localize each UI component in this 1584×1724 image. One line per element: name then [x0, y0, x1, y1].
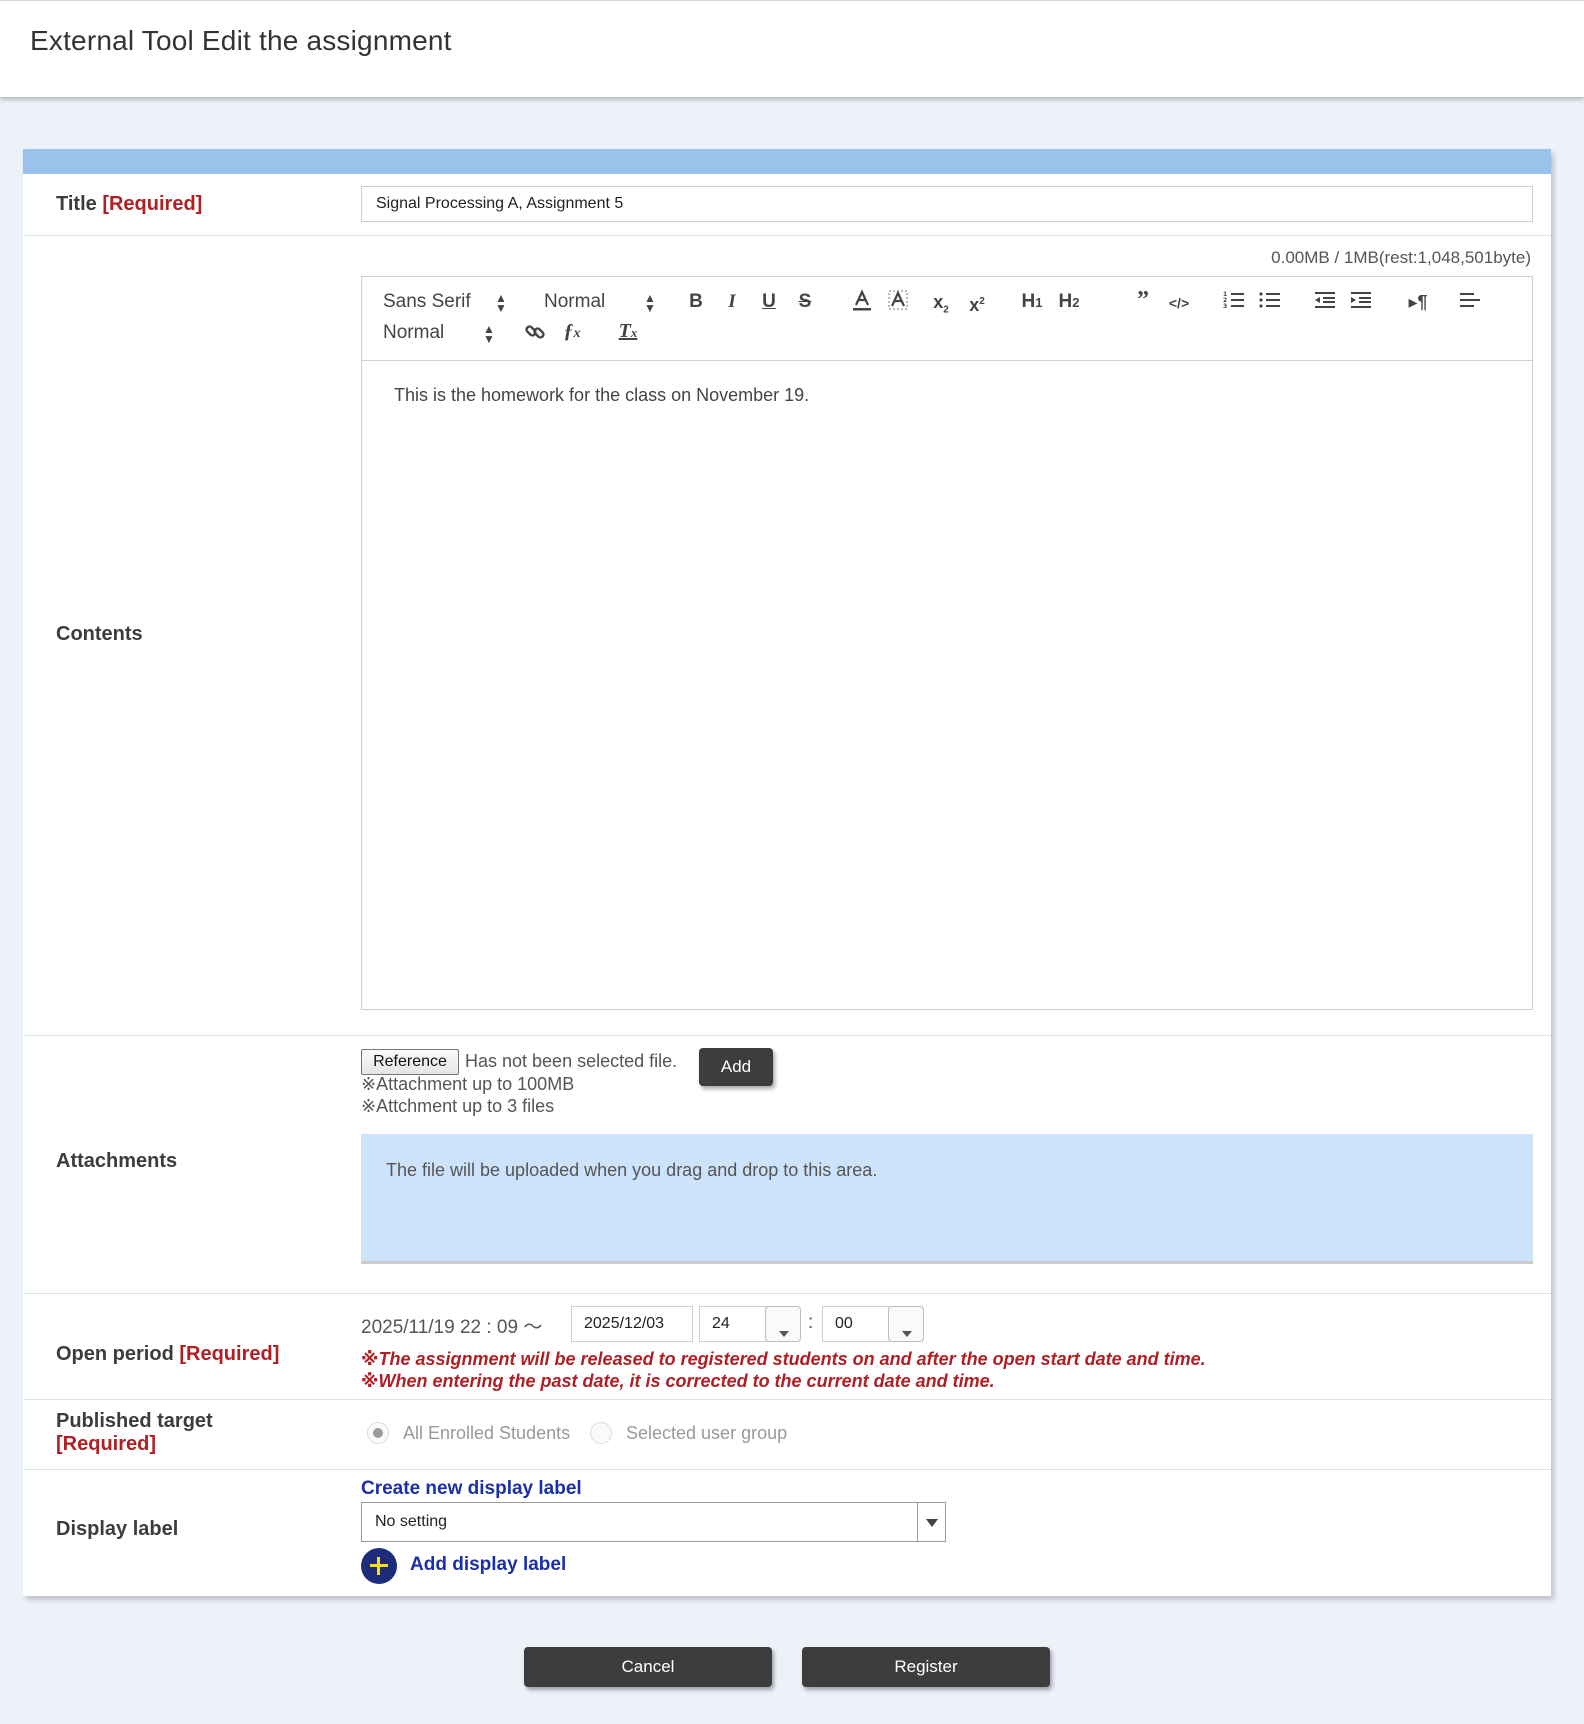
title-input[interactable]	[361, 186, 1533, 222]
page-title: External Tool Edit the assignment	[30, 25, 452, 56]
form-header-bar	[23, 149, 1551, 174]
end-hour-input[interactable]: 24	[699, 1306, 767, 1342]
published-target-row: Published target [Required] All Enrolled…	[23, 1400, 1551, 1470]
end-hour-dropdown[interactable]	[765, 1306, 801, 1342]
subscript-icon[interactable]: x2	[929, 291, 953, 322]
italic-button[interactable]: I	[720, 291, 744, 313]
end-minute-dropdown[interactable]	[888, 1306, 924, 1342]
radio-all-students-label: All Enrolled Students	[403, 1423, 571, 1443]
editor-toolbar: Sans Serif ▲ ▼ Normal ▲ ▼ Normal ▲ ▼ B I U …	[362, 277, 1532, 361]
attachments-label: Attachments	[56, 1150, 178, 1172]
title-label: Title [Required]	[56, 193, 203, 215]
radio-all-students[interactable]	[367, 1422, 389, 1444]
display-label-row: Display label Create new display label N…	[23, 1470, 1551, 1596]
bullet-list-icon[interactable]	[1258, 290, 1282, 316]
reference-button[interactable]: Reference	[361, 1049, 459, 1075]
font-family-select[interactable]: Sans Serif ▲ ▼	[383, 291, 507, 315]
time-separator: :	[808, 1312, 814, 1333]
release-warning: ※The assignment will be released to regi…	[361, 1349, 1206, 1369]
register-button[interactable]: Register	[802, 1647, 1050, 1687]
file-drop-zone[interactable]: The file will be uploaded when you drag …	[361, 1134, 1533, 1264]
text-direction-icon[interactable]: ▸¶	[1404, 291, 1432, 313]
display-label-select[interactable]: No setting	[361, 1502, 946, 1542]
link-icon[interactable]	[523, 321, 547, 349]
background-color-icon[interactable]	[886, 289, 910, 319]
open-start-datetime: 2025/11/19 22 : 09 ～	[361, 1317, 543, 1338]
align-left-icon[interactable]	[1458, 290, 1482, 316]
bold-button[interactable]: B	[684, 291, 708, 313]
radio-user-group[interactable]	[590, 1422, 612, 1444]
add-circle-icon[interactable]	[361, 1548, 397, 1584]
display-label-label: Display label	[56, 1518, 179, 1540]
published-target-label: Published target [Required]	[56, 1410, 213, 1455]
underline-button[interactable]: U	[757, 291, 781, 313]
end-date-input[interactable]: 2025/12/03	[571, 1306, 693, 1342]
text-color-icon[interactable]	[850, 289, 874, 319]
chevron-down-icon	[917, 1503, 945, 1541]
attachment-size-note: ※Attachment up to 100MB	[361, 1074, 575, 1094]
indent-icon[interactable]	[1349, 290, 1373, 316]
required-tag: [Required]	[179, 1343, 280, 1365]
font-family-arrows-icon: ▲ ▼	[495, 291, 507, 315]
heading-arrows-icon: ▲ ▼	[483, 322, 495, 346]
editor-content[interactable]: This is the homework for the class on No…	[394, 385, 809, 406]
font-size-select[interactable]: Normal ▲ ▼	[544, 291, 656, 315]
code-block-icon[interactable]: </>	[1164, 292, 1194, 314]
contents-label: Contents	[56, 623, 143, 645]
blockquote-icon[interactable]: ”	[1131, 288, 1155, 312]
display-label-value: No setting	[375, 1513, 448, 1530]
no-file-text: Has not been selected file.	[465, 1051, 678, 1071]
title-row: Title [Required]	[23, 174, 1551, 236]
create-display-label-link[interactable]: Create new display label	[361, 1478, 582, 1500]
outdent-icon[interactable]	[1313, 290, 1337, 316]
drop-zone-text: The file will be uploaded when you drag …	[386, 1160, 878, 1180]
heading-select[interactable]: Normal ▲ ▼	[383, 322, 495, 346]
add-attachment-button[interactable]: Add	[699, 1048, 773, 1086]
font-size-arrows-icon: ▲ ▼	[644, 291, 656, 315]
page-header: External Tool Edit the assignment	[0, 0, 1584, 97]
assignment-form: Title [Required] Contents 0.00MB / 1MB(r…	[23, 149, 1551, 1596]
clear-format-icon[interactable]: Tx	[615, 320, 641, 344]
rich-text-editor: Sans Serif ▲ ▼ Normal ▲ ▼ Normal ▲ ▼ B I U …	[361, 276, 1533, 1010]
radio-user-group-label: Selected user group	[626, 1423, 788, 1443]
required-tag: [Required]	[102, 193, 203, 215]
formula-icon[interactable]: ƒx	[559, 320, 585, 345]
end-minute-input[interactable]: 00	[822, 1306, 890, 1342]
ordered-list-icon[interactable]: 123	[1222, 290, 1246, 316]
add-display-label-link[interactable]: Add display label	[410, 1554, 566, 1576]
past-date-warning: ※When entering the past date, it is corr…	[361, 1371, 995, 1391]
cancel-button[interactable]: Cancel	[524, 1647, 772, 1687]
open-period-label: Open period [Required]	[56, 1343, 280, 1365]
attachments-row: Attachments Reference Has not been selec…	[23, 1036, 1551, 1294]
heading-1-button[interactable]: H1	[1017, 291, 1047, 314]
content-size-info: 0.00MB / 1MB(rest:1,048,501byte)	[1271, 248, 1531, 267]
attachment-count-note: ※Attchment up to 3 files	[361, 1096, 555, 1116]
contents-row: Contents 0.00MB / 1MB(rest:1,048,501byte…	[23, 236, 1551, 1036]
svg-text:3: 3	[1223, 303, 1227, 310]
heading-2-button[interactable]: H2	[1054, 291, 1084, 314]
strikethrough-button[interactable]: S	[793, 291, 817, 313]
required-tag: [Required]	[56, 1433, 156, 1455]
open-period-row: Open period [Required] 2025/11/19 22 : 0…	[23, 1294, 1551, 1400]
superscript-icon[interactable]: x2	[965, 291, 989, 316]
